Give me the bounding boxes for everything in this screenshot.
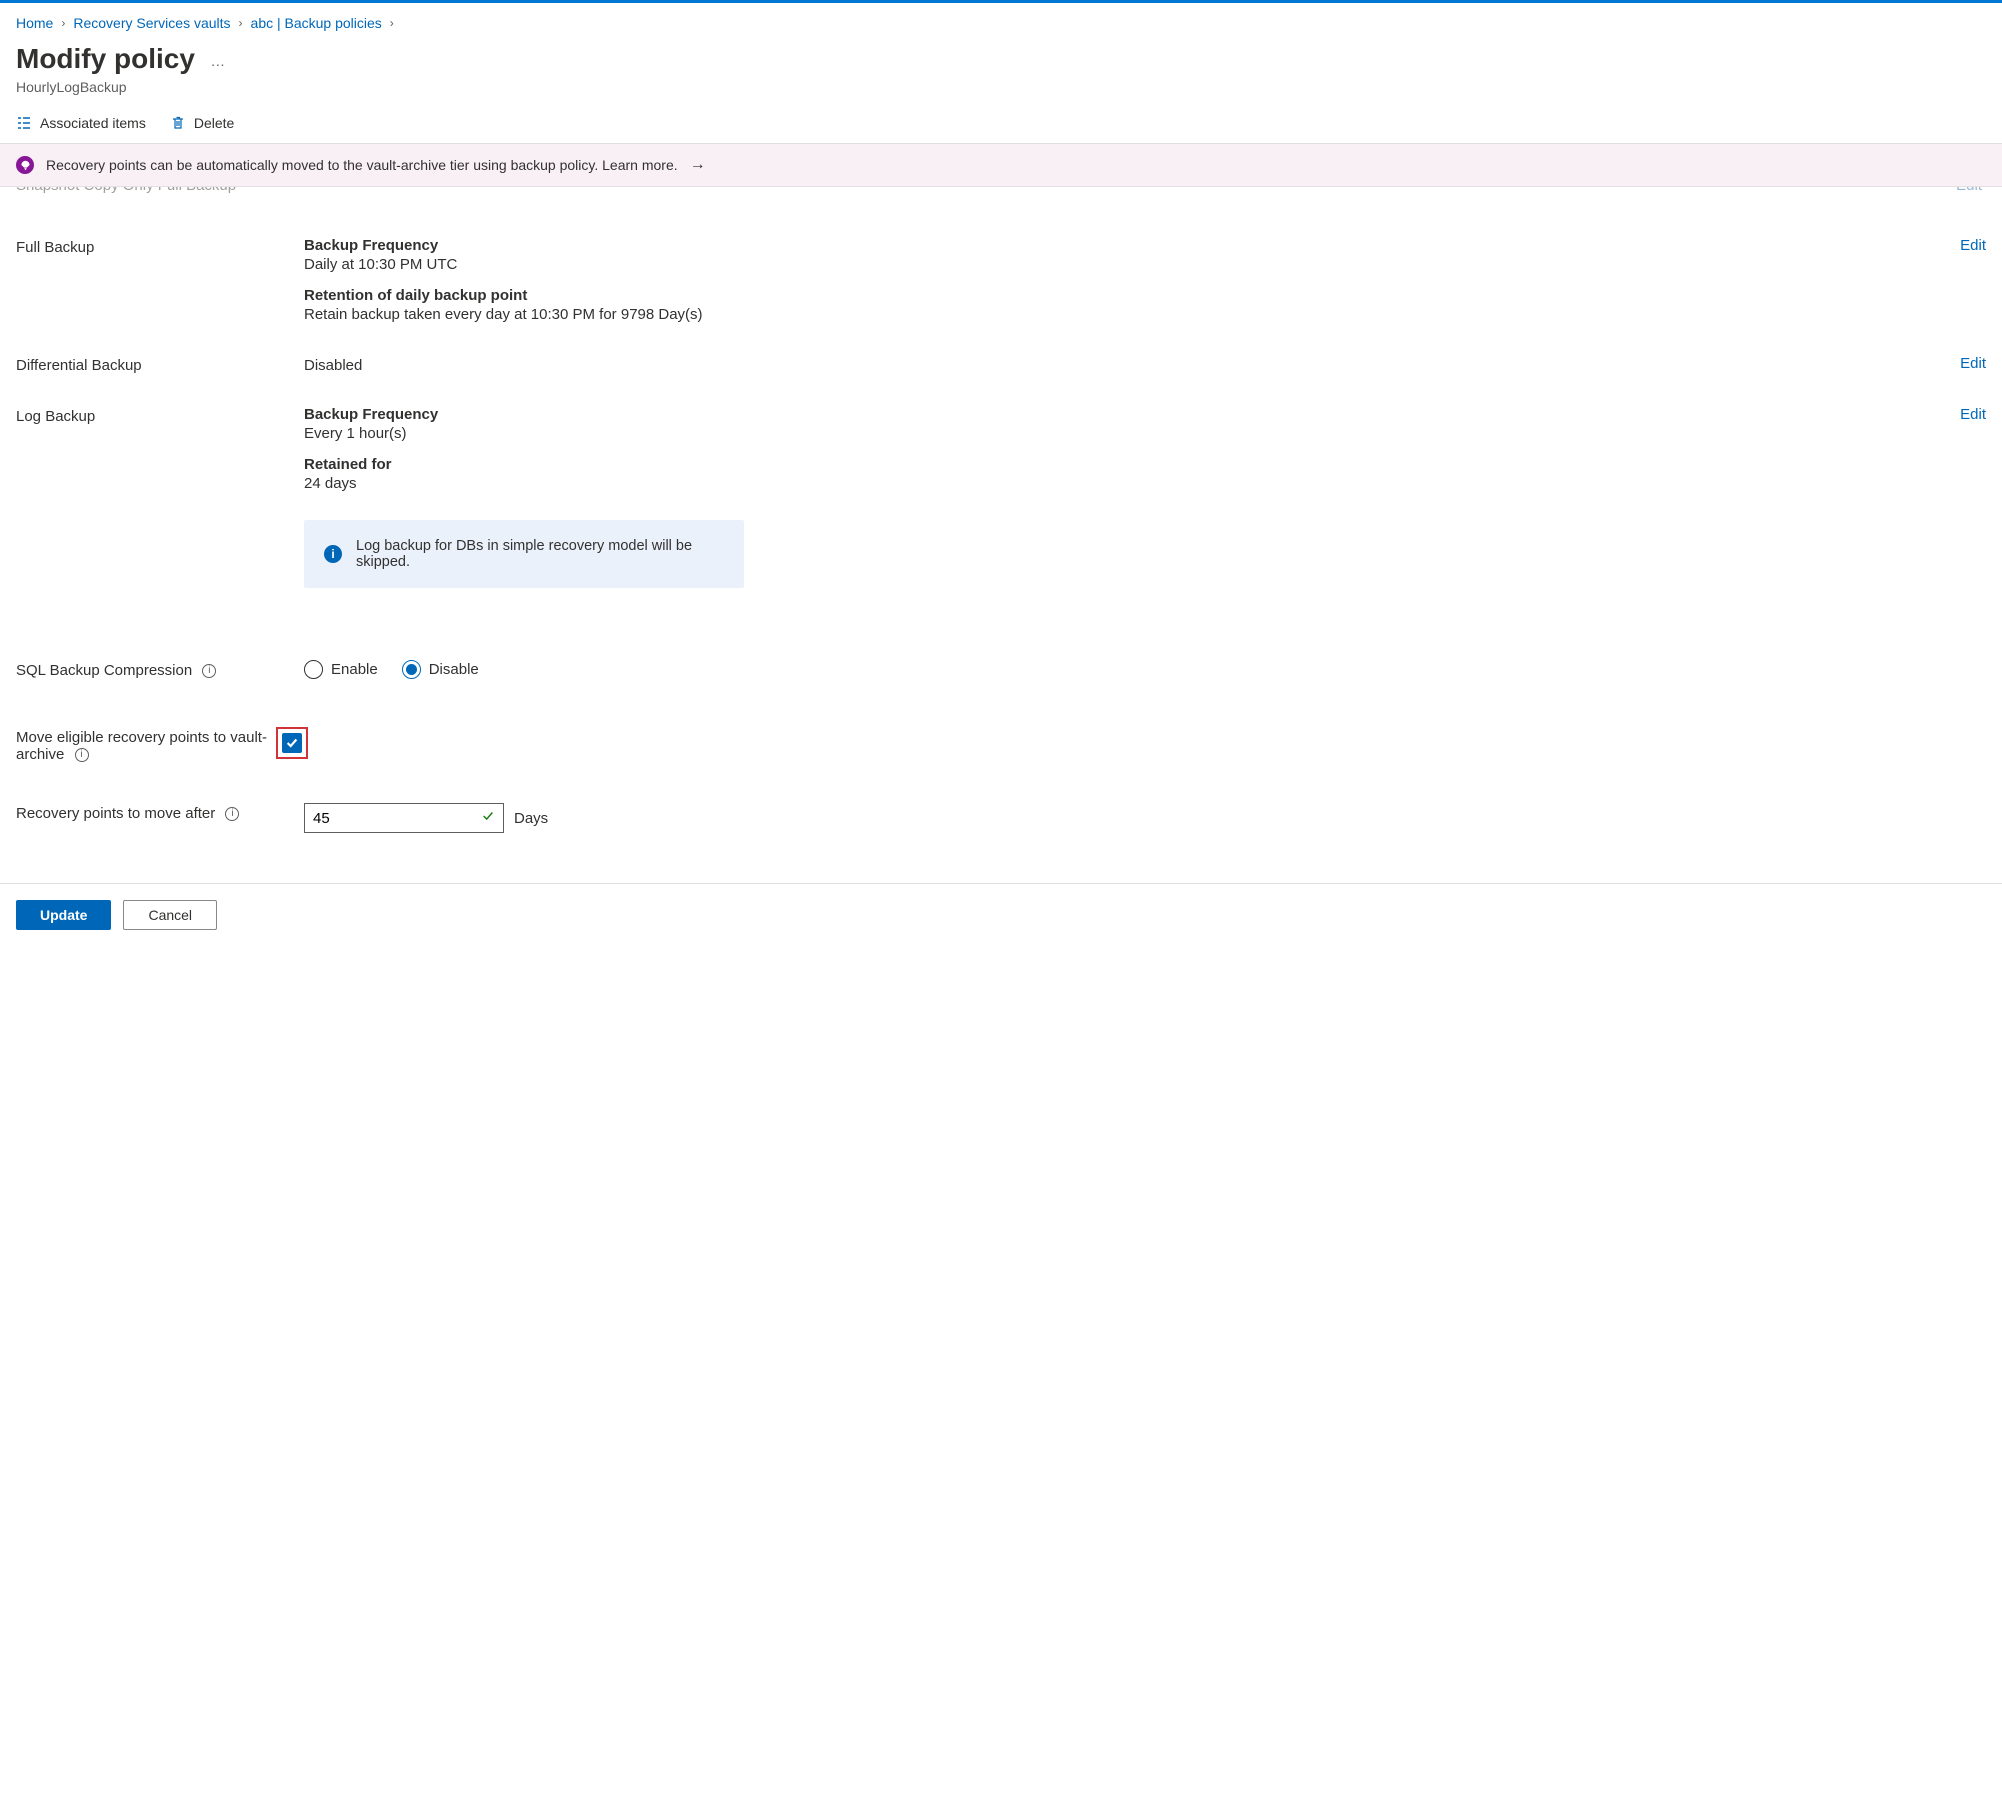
- full-backup-retention-label: Retention of daily backup point: [304, 287, 1926, 304]
- highlight-box: [276, 727, 308, 759]
- info-tooltip-icon[interactable]: i: [202, 664, 216, 678]
- move-after-unit: Days: [514, 810, 548, 827]
- breadcrumb: Home › Recovery Services vaults › abc | …: [0, 3, 2002, 39]
- compression-enable-radio[interactable]: Enable: [304, 660, 378, 679]
- log-backup-info-text: Log backup for DBs in simple recovery mo…: [356, 538, 724, 570]
- log-backup-section: Log Backup Backup Frequency Every 1 hour…: [0, 374, 2002, 588]
- log-backup-retention-label: Retained for: [304, 456, 1926, 473]
- associated-items-button[interactable]: Associated items: [16, 115, 146, 131]
- compression-enable-label: Enable: [331, 661, 378, 678]
- delete-label: Delete: [194, 115, 234, 131]
- move-archive-section: Move eligible recovery points to vault-a…: [0, 679, 2002, 763]
- info-tooltip-icon[interactable]: i: [225, 807, 239, 821]
- sql-compression-section: SQL Backup Compression i Enable Disable: [0, 648, 2002, 679]
- page-title: Modify policy: [16, 43, 195, 75]
- trash-icon: [170, 115, 186, 131]
- move-archive-label: Move eligible recovery points to vault-a…: [16, 727, 276, 763]
- snapshot-copy-row-truncated: Snapshot Copy Only Full Backup Edit: [0, 187, 2002, 195]
- valid-check-icon: [481, 809, 495, 827]
- info-icon: i: [324, 545, 342, 563]
- log-backup-frequency-value: Every 1 hour(s): [304, 425, 1926, 442]
- move-archive-checkbox[interactable]: [282, 733, 302, 753]
- full-backup-edit-link[interactable]: Edit: [1960, 237, 1986, 254]
- banner-text: Recovery points can be automatically mov…: [46, 157, 678, 173]
- move-after-section: Recovery points to move after i Days: [0, 763, 2002, 833]
- update-button[interactable]: Update: [16, 900, 111, 930]
- compression-disable-radio[interactable]: Disable: [402, 660, 479, 679]
- chevron-right-icon: ›: [239, 16, 243, 30]
- breadcrumb-policy[interactable]: abc | Backup policies: [251, 15, 382, 31]
- cancel-button[interactable]: Cancel: [123, 900, 217, 930]
- log-backup-retention-value: 24 days: [304, 475, 1926, 492]
- command-bar: Associated items Delete: [0, 105, 2002, 144]
- differential-backup-section: Differential Backup Disabled Edit: [0, 323, 2002, 374]
- log-backup-label: Log Backup: [16, 406, 304, 588]
- full-backup-label: Full Backup: [16, 237, 304, 323]
- info-tooltip-icon[interactable]: i: [75, 748, 89, 762]
- more-actions-icon[interactable]: ···: [211, 56, 225, 72]
- move-after-input-wrap: [304, 803, 504, 833]
- breadcrumb-vaults[interactable]: Recovery Services vaults: [73, 15, 230, 31]
- archive-tier-banner: Recovery points can be automatically mov…: [0, 144, 2002, 187]
- differential-backup-edit-link[interactable]: Edit: [1960, 355, 1986, 372]
- check-icon: [285, 736, 299, 750]
- arrow-right-icon[interactable]: →: [690, 156, 706, 174]
- rocket-icon: [16, 156, 34, 174]
- full-backup-retention-value: Retain backup taken every day at 10:30 P…: [304, 306, 1926, 323]
- log-backup-frequency-label: Backup Frequency: [304, 406, 1926, 423]
- page-subtitle: HourlyLogBackup: [0, 75, 2002, 105]
- differential-backup-label: Differential Backup: [16, 355, 304, 374]
- full-backup-frequency-label: Backup Frequency: [304, 237, 1926, 254]
- full-backup-section: Full Backup Backup Frequency Daily at 10…: [0, 205, 2002, 323]
- chevron-right-icon: ›: [61, 16, 65, 30]
- full-backup-frequency-value: Daily at 10:30 PM UTC: [304, 256, 1926, 273]
- page-header: Modify policy ···: [0, 39, 2002, 75]
- log-backup-info-box: i Log backup for DBs in simple recovery …: [304, 520, 744, 588]
- breadcrumb-home[interactable]: Home: [16, 15, 53, 31]
- log-backup-edit-link[interactable]: Edit: [1960, 406, 1986, 423]
- chevron-right-icon: ›: [390, 16, 394, 30]
- move-after-label: Recovery points to move after i: [16, 803, 304, 833]
- sql-compression-label: SQL Backup Compression i: [16, 660, 304, 679]
- move-after-input[interactable]: [313, 810, 453, 827]
- compression-disable-label: Disable: [429, 661, 479, 678]
- list-icon: [16, 115, 32, 131]
- footer-buttons: Update Cancel: [0, 884, 2002, 946]
- differential-backup-value: Disabled: [304, 357, 1926, 374]
- delete-button[interactable]: Delete: [170, 115, 234, 131]
- associated-items-label: Associated items: [40, 115, 146, 131]
